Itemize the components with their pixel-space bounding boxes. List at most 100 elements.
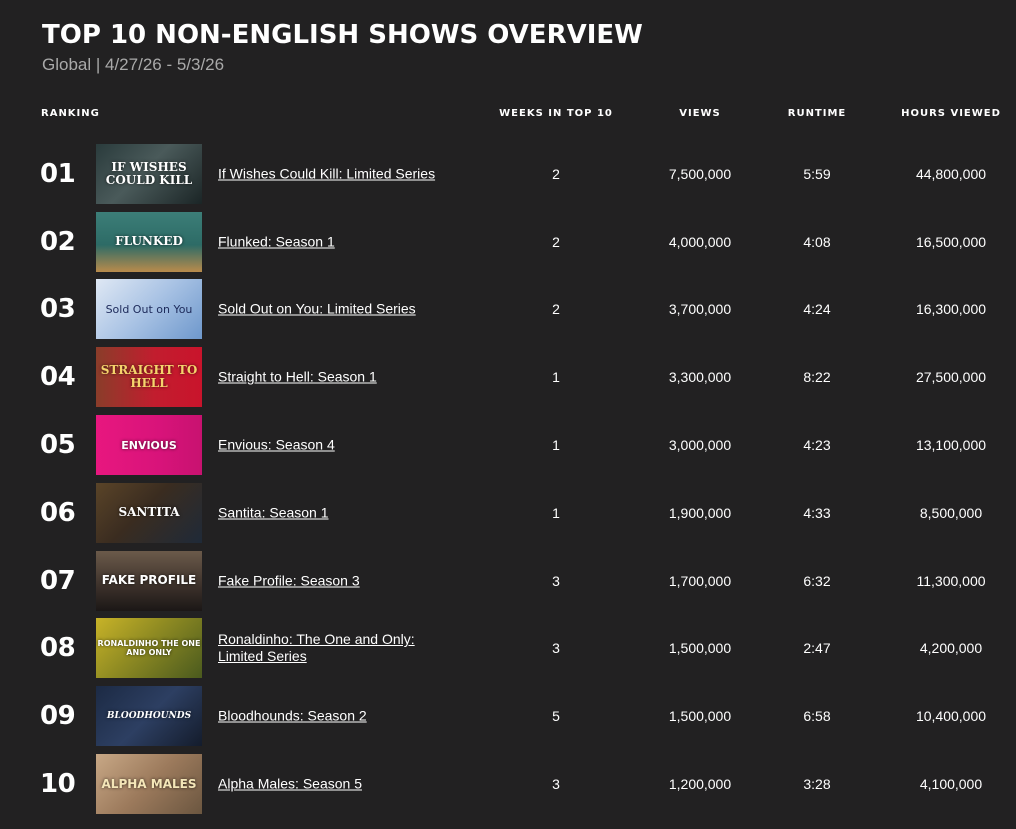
show-title-link[interactable]: If Wishes Could Kill: Limited Series — [218, 165, 458, 182]
weeks-value: 5 — [552, 708, 560, 725]
show-thumbnail[interactable]: Sold Out on You — [96, 279, 202, 340]
table-row: 01 IF WISHES COULD KILL If Wishes Could … — [0, 140, 1016, 208]
show-thumbnail[interactable]: ALPHA MALES — [96, 754, 202, 815]
hours-value: 16,300,000 — [915, 301, 987, 318]
column-header-runtime: RUNTIME — [787, 108, 847, 119]
rank-number: 06 — [40, 497, 76, 528]
hours-value: 10,400,000 — [915, 708, 987, 725]
show-thumbnail[interactable]: STRAIGHT TO HELL — [96, 347, 202, 408]
hours-value: 11,300,000 — [916, 572, 986, 589]
rankings-table: 01 IF WISHES COULD KILL If Wishes Could … — [0, 140, 1016, 818]
views-value: 7,500,000 — [668, 165, 732, 182]
rank-number: 10 — [40, 769, 76, 800]
show-title-link[interactable]: Alpha Males: Season 5 — [218, 776, 458, 793]
thumbnail-logo: ENVIOUS — [121, 438, 177, 452]
runtime-value: 6:32 — [803, 572, 831, 589]
weeks-value: 3 — [552, 572, 560, 589]
runtime-value: 4:08 — [803, 233, 831, 250]
show-title-link[interactable]: Santita: Season 1 — [218, 504, 458, 521]
hours-value: 4,100,000 — [919, 776, 983, 793]
table-row: 02 FLUNKED Flunked: Season 1 2 4,000,000… — [0, 208, 1016, 276]
weeks-value: 2 — [552, 301, 560, 318]
show-title-link[interactable]: Envious: Season 4 — [218, 437, 458, 454]
show-thumbnail[interactable]: BLOODHOUNDS — [96, 686, 202, 747]
views-value: 3,700,000 — [668, 301, 732, 318]
page-title: TOP 10 NON-ENGLISH SHOWS OVERVIEW — [42, 20, 643, 50]
views-value: 1,200,000 — [668, 776, 732, 793]
runtime-value: 2:47 — [803, 640, 831, 657]
views-value: 1,900,000 — [668, 504, 732, 521]
rank-number: 01 — [40, 158, 76, 189]
rank-number: 09 — [40, 701, 76, 732]
column-header-ranking: RANKING — [41, 108, 100, 119]
runtime-value: 8:22 — [803, 369, 831, 386]
runtime-value: 5:59 — [803, 165, 831, 182]
page-subtitle: Global | 4/27/26 - 5/3/26 — [42, 55, 225, 74]
table-row: 07 FAKE PROFILE Fake Profile: Season 3 3… — [0, 547, 1016, 615]
rank-number: 08 — [40, 633, 76, 664]
rank-number: 07 — [40, 565, 76, 596]
runtime-value: 3:28 — [803, 776, 831, 793]
weeks-value: 2 — [552, 233, 560, 250]
column-header-weeks: WEEKS IN TOP 10 — [499, 108, 613, 119]
views-value: 1,500,000 — [668, 708, 732, 725]
show-title-link[interactable]: Flunked: Season 1 — [218, 233, 458, 250]
runtime-value: 4:23 — [803, 437, 831, 454]
show-title-link[interactable]: Straight to Hell: Season 1 — [218, 369, 458, 386]
hours-value: 13,100,000 — [915, 437, 987, 454]
runtime-value: 4:24 — [803, 301, 831, 318]
page-header: TOP 10 NON-ENGLISH SHOWS OVERVIEW Global… — [42, 18, 643, 76]
column-header-hours: HOURS VIEWED — [901, 108, 1001, 119]
rank-number: 04 — [40, 362, 76, 393]
table-row: 06 SANTITA Santita: Season 1 1 1,900,000… — [0, 479, 1016, 547]
thumbnail-logo: BLOODHOUNDS — [106, 710, 192, 721]
hours-value: 4,200,000 — [919, 640, 983, 657]
weeks-value: 2 — [552, 165, 560, 182]
table-row: 03 Sold Out on You Sold Out on You: Limi… — [0, 276, 1016, 344]
thumbnail-logo: STRAIGHT TO HELL — [100, 363, 198, 391]
weeks-value: 3 — [552, 640, 560, 657]
show-thumbnail[interactable]: FAKE PROFILE — [96, 550, 202, 611]
table-header: RANKING WEEKS IN TOP 10 VIEWS RUNTIME HO… — [0, 108, 1016, 124]
show-title-link[interactable]: Sold Out on You: Limited Series — [218, 301, 458, 318]
show-title-link[interactable]: Ronaldinho: The One and Only: Limited Se… — [218, 631, 458, 665]
runtime-value: 6:58 — [803, 708, 831, 725]
show-thumbnail[interactable]: RONALDINHO THE ONE AND ONLY — [96, 618, 202, 679]
weeks-value: 3 — [552, 776, 560, 793]
show-title-link[interactable]: Bloodhounds: Season 2 — [218, 708, 458, 725]
rank-number: 03 — [40, 294, 76, 325]
show-thumbnail[interactable]: IF WISHES COULD KILL — [96, 143, 202, 204]
thumbnail-logo: FAKE PROFILE — [101, 573, 197, 588]
hours-value: 27,500,000 — [915, 369, 987, 386]
views-value: 1,700,000 — [668, 572, 732, 589]
rank-number: 05 — [40, 430, 76, 461]
table-row: 04 STRAIGHT TO HELL Straight to Hell: Se… — [0, 343, 1016, 411]
views-value: 1,500,000 — [668, 640, 732, 657]
thumbnail-logo: IF WISHES COULD KILL — [105, 159, 193, 187]
hours-value: 8,500,000 — [919, 504, 983, 521]
show-thumbnail[interactable]: SANTITA — [96, 482, 202, 543]
table-row: 08 RONALDINHO THE ONE AND ONLY Ronaldinh… — [0, 615, 1016, 683]
show-thumbnail[interactable]: ENVIOUS — [96, 415, 202, 476]
thumbnail-logo: SANTITA — [118, 505, 180, 520]
thumbnail-logo: Sold Out on You — [105, 302, 193, 316]
views-value: 4,000,000 — [668, 233, 732, 250]
views-value: 3,000,000 — [668, 437, 732, 454]
rank-number: 02 — [40, 226, 76, 257]
hours-value: 44,800,000 — [915, 165, 987, 182]
hours-value: 16,500,000 — [915, 233, 987, 250]
show-title-link[interactable]: Fake Profile: Season 3 — [218, 572, 458, 589]
table-row: 05 ENVIOUS Envious: Season 4 1 3,000,000… — [0, 411, 1016, 479]
thumbnail-logo: RONALDINHO THE ONE AND ONLY — [97, 639, 201, 658]
thumbnail-logo: ALPHA MALES — [101, 776, 197, 791]
weeks-value: 1 — [552, 369, 560, 386]
runtime-value: 4:33 — [803, 504, 831, 521]
show-thumbnail[interactable]: FLUNKED — [96, 211, 202, 272]
column-header-views: VIEWS — [679, 108, 721, 119]
table-row: 10 ALPHA MALES Alpha Males: Season 5 3 1… — [0, 750, 1016, 818]
table-row: 09 BLOODHOUNDS Bloodhounds: Season 2 5 1… — [0, 682, 1016, 750]
thumbnail-logo: FLUNKED — [115, 234, 183, 249]
weeks-value: 1 — [552, 437, 560, 454]
views-value: 3,300,000 — [668, 369, 732, 386]
weeks-value: 1 — [552, 504, 560, 521]
